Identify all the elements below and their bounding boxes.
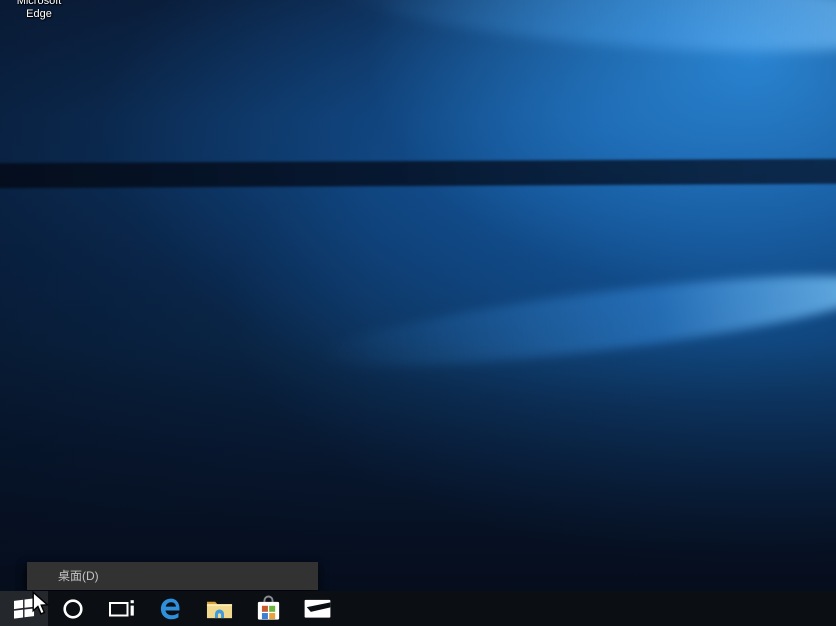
store-button[interactable] <box>244 591 293 626</box>
wallpaper-light-beam-top <box>332 0 836 67</box>
desktop-icon-microsoft-edge[interactable]: Microsoft Edge <box>7 0 71 21</box>
file-explorer-button[interactable] <box>195 591 244 626</box>
desktop-wallpaper: Microsoft Edge <box>0 0 836 591</box>
windows-logo-icon <box>14 598 35 619</box>
context-menu-item-desktop[interactable]: 桌面(D) <box>27 562 318 590</box>
mail-button[interactable] <box>293 591 342 626</box>
edge-e-icon <box>158 596 184 622</box>
taskbar <box>0 591 836 626</box>
task-view-icon <box>108 599 135 618</box>
wallpaper-bottom-shade <box>0 0 836 591</box>
wallpaper-light-beam-mid <box>316 258 836 385</box>
start-button[interactable] <box>0 591 48 626</box>
context-menu: 桌面(D) <box>27 562 318 590</box>
mail-envelope-icon <box>303 598 332 619</box>
windows-desktop-screen: Microsoft Edge 桌面(D) <box>0 0 836 626</box>
store-bag-icon <box>254 594 283 623</box>
wallpaper-dark-band <box>0 159 836 189</box>
microsoft-edge-button[interactable] <box>146 591 195 626</box>
file-explorer-folder-icon <box>206 598 233 620</box>
cortana-circle-icon <box>62 598 84 620</box>
cortana-button[interactable] <box>48 591 97 626</box>
task-view-button[interactable] <box>97 591 146 626</box>
